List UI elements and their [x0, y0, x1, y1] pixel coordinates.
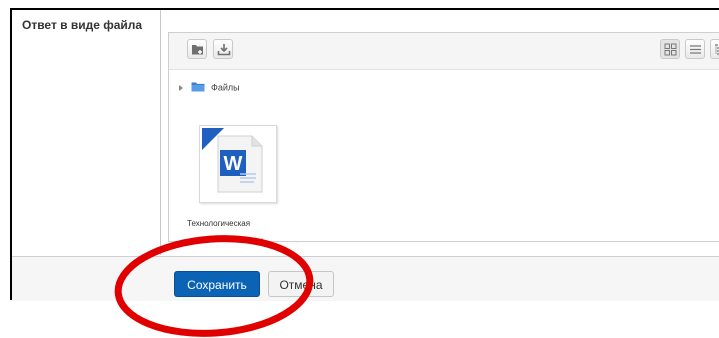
save-button[interactable]: Сохранить: [174, 271, 260, 297]
file-manager-toolbar: [169, 33, 719, 70]
download-all-button[interactable]: [213, 39, 233, 59]
column-divider: [160, 10, 161, 255]
expand-arrow-icon[interactable]: [179, 84, 183, 91]
svg-text:W: W: [224, 153, 243, 175]
add-file-button[interactable]: [187, 39, 207, 59]
cancel-button[interactable]: Отмена: [268, 271, 334, 297]
file-path-breadcrumb[interactable]: Файлы: [179, 81, 240, 95]
folder-label[interactable]: Файлы: [211, 83, 240, 93]
folder-icon: [191, 81, 205, 94]
view-tree-button[interactable]: [710, 39, 719, 59]
view-icons-button[interactable]: [660, 39, 680, 59]
file-name-continuation: .: [261, 232, 264, 241]
field-label: Ответ в виде файла: [22, 18, 143, 32]
file-tile[interactable]: W: [199, 125, 277, 203]
submission-form: Ответ в виде файла Файлы W Технологическ…: [10, 8, 719, 301]
file-name[interactable]: Технологическая: [187, 219, 250, 228]
form-actions: Сохранить Отмена: [12, 256, 719, 301]
field-label-column: Ответ в виде файла: [12, 10, 160, 255]
file-manager: Файлы W Технологическая .: [168, 32, 719, 242]
view-list-button[interactable]: [685, 39, 705, 59]
